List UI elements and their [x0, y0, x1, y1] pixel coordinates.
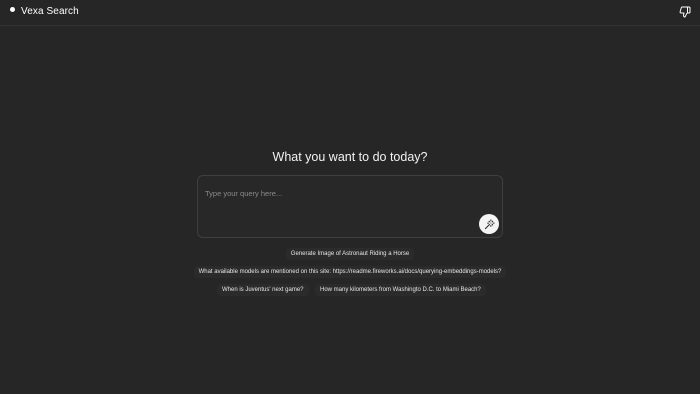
- suggestion-item[interactable]: Generate Image of Astronaut Riding a Hor…: [0, 248, 700, 260]
- brand-logo-icon: [10, 7, 15, 12]
- query-input[interactable]: [205, 186, 475, 200]
- brand-name: Vexa Search: [21, 6, 79, 17]
- suggestion-label: When is Juventus' next game?: [222, 287, 304, 293]
- query-box[interactable]: [197, 175, 503, 238]
- app-root: Vexa Search What you want to do today? G…: [0, 0, 700, 394]
- top-bar: Vexa Search: [0, 0, 700, 26]
- suggestion-label: What available models are mentioned on t…: [193, 266, 507, 278]
- magic-wand-icon: [484, 218, 495, 229]
- brand[interactable]: Vexa Search: [10, 6, 79, 17]
- suggestion-label: How many kilometers from Washingto D.C. …: [320, 287, 481, 293]
- page-title: What you want to do today?: [272, 150, 428, 164]
- submit-button[interactable]: [479, 214, 499, 234]
- suggestion-item[interactable]: How many kilometers from Washingto D.C. …: [315, 284, 486, 296]
- suggestion-item[interactable]: When is Juventus' next game?: [217, 284, 309, 296]
- suggestion-label: Generate Image of Astronaut Riding a Hor…: [285, 248, 415, 260]
- feedback-button[interactable]: [678, 5, 692, 19]
- suggestion-item[interactable]: What available models are mentioned on t…: [0, 266, 700, 278]
- thumbs-down-icon: [679, 6, 691, 18]
